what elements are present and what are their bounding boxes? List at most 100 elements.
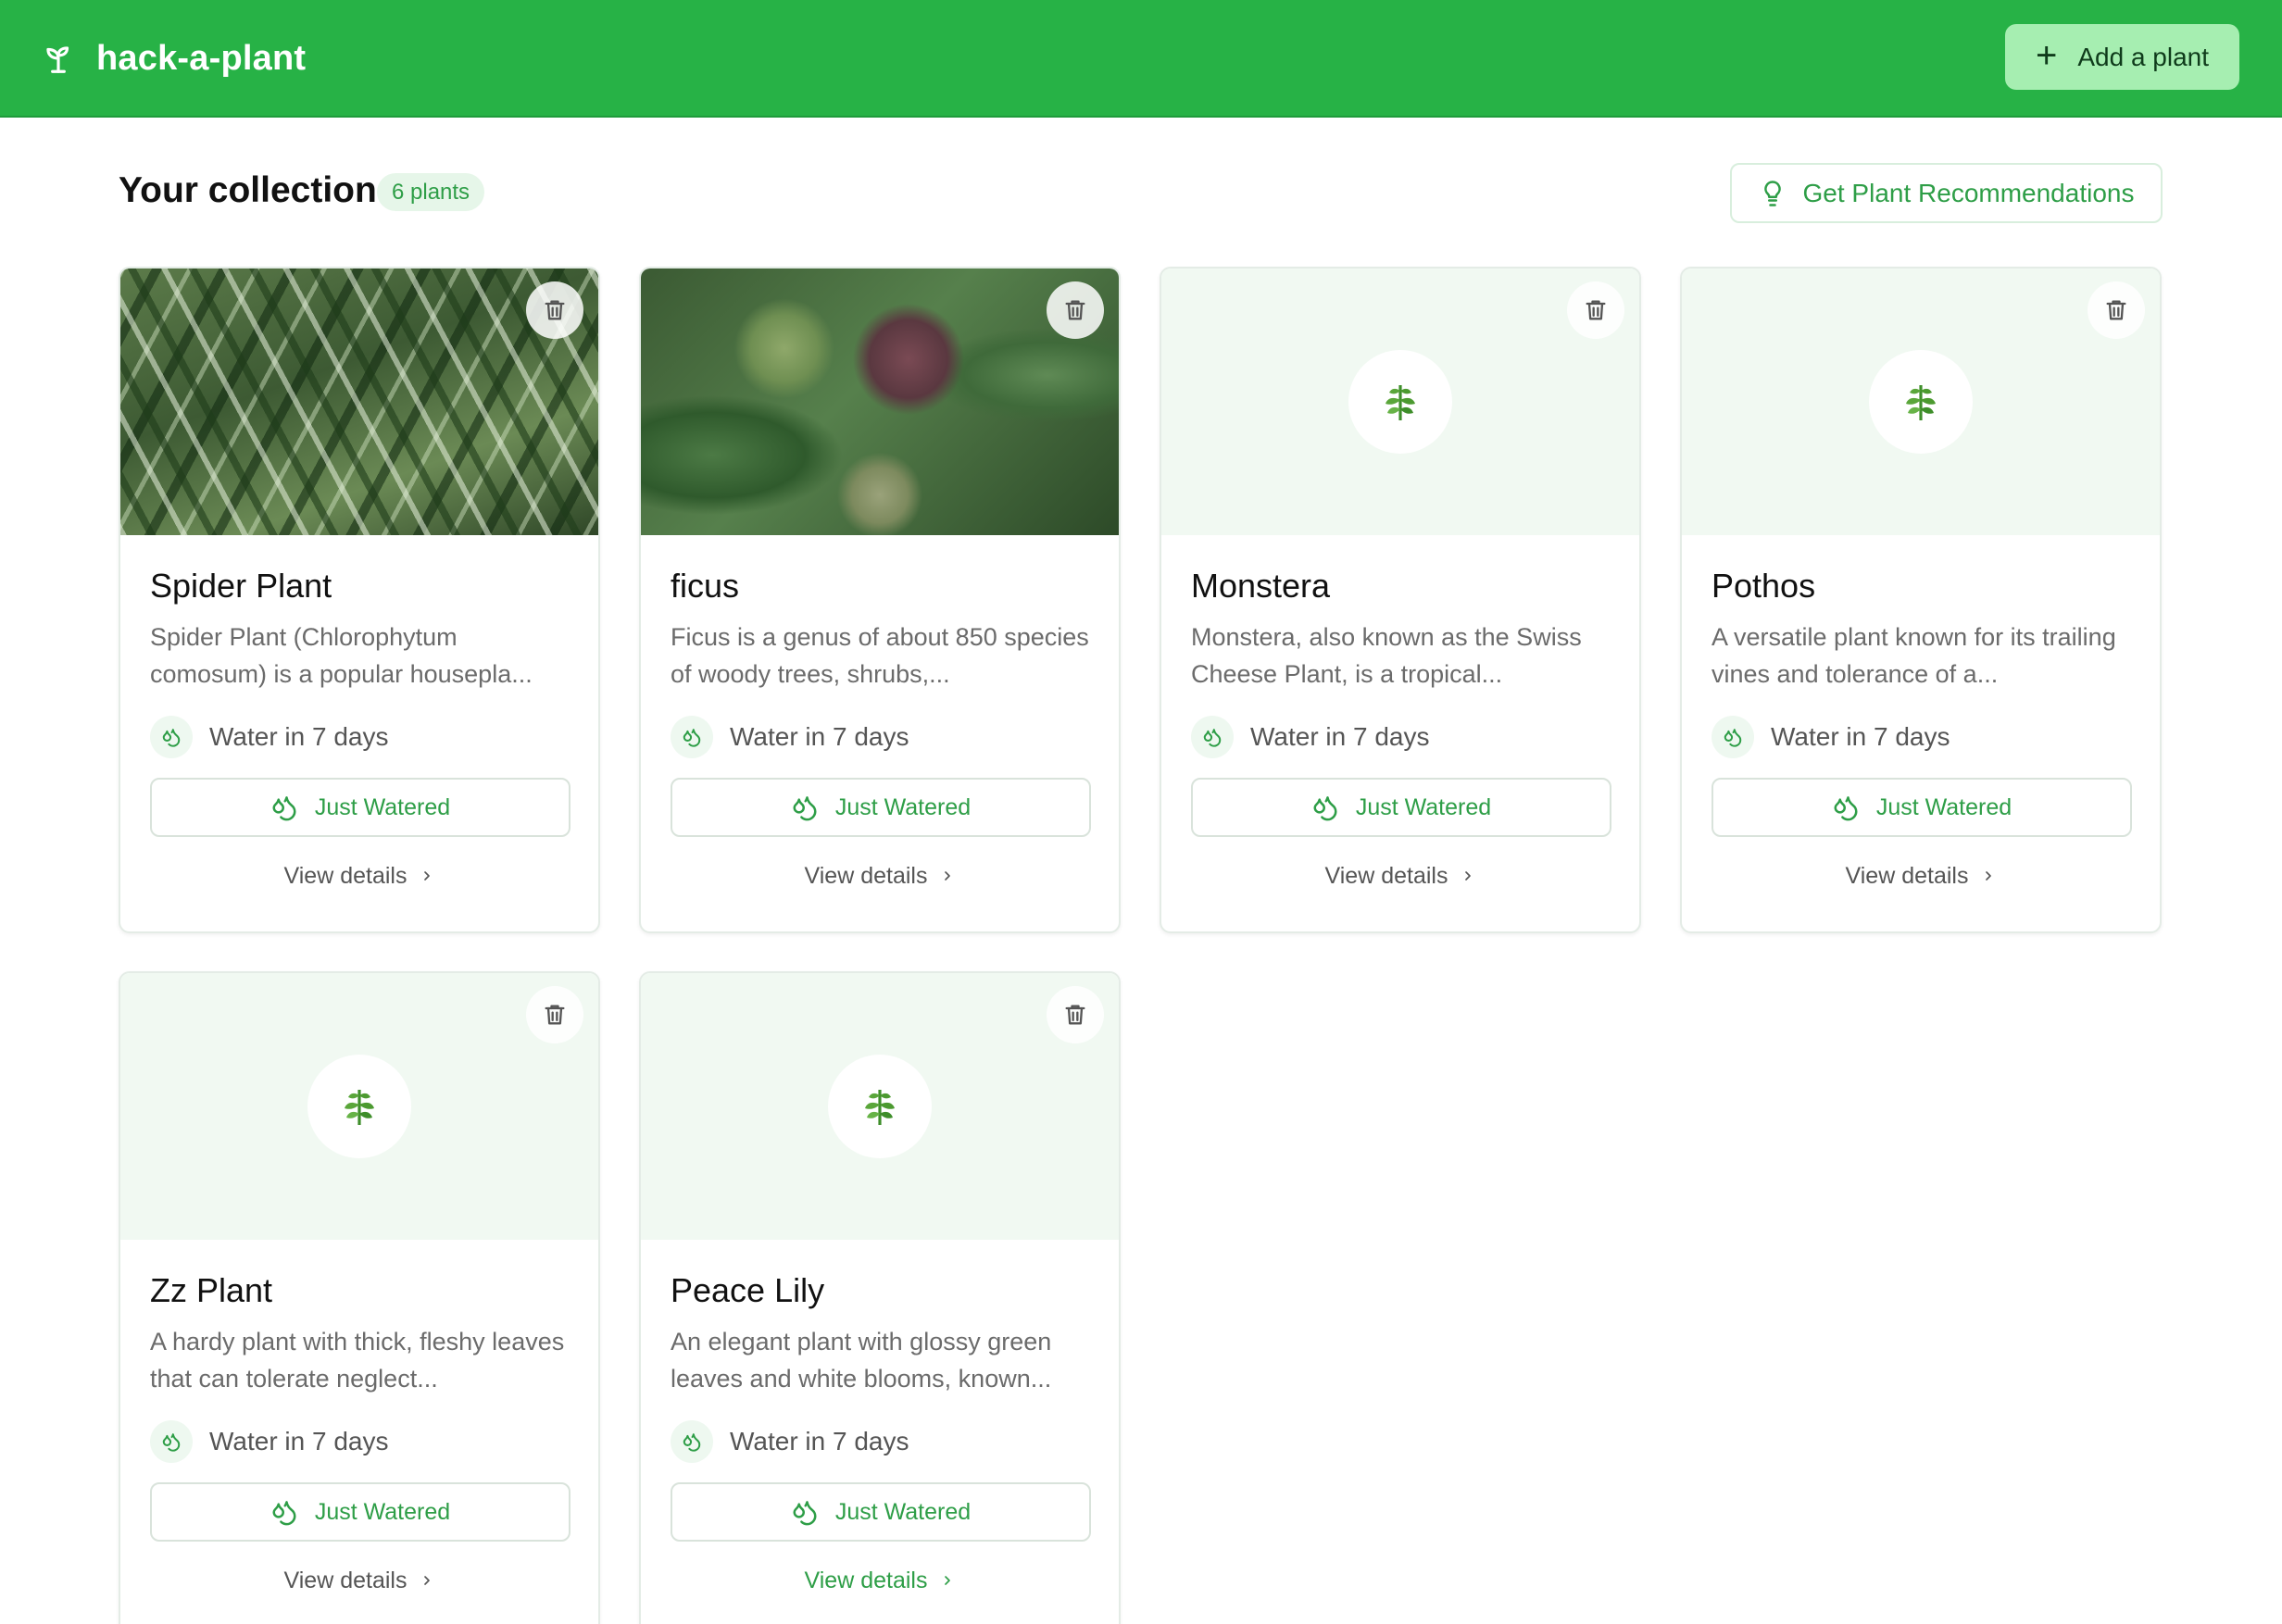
plant-image	[120, 973, 598, 1240]
just-watered-button[interactable]: Just Watered	[150, 1482, 570, 1542]
plant-image	[1161, 269, 1639, 535]
get-recommendations-label: Get Plant Recommendations	[1802, 178, 2135, 207]
leaf-icon	[1869, 350, 1973, 454]
view-details-link[interactable]: View details	[1712, 850, 2130, 902]
view-details-link[interactable]: View details	[1191, 850, 1610, 902]
view-details-link[interactable]: View details	[150, 1555, 569, 1606]
brand[interactable]: hack-a-plant	[41, 33, 306, 83]
plus-icon: +	[2035, 34, 2058, 76]
droplets-icon	[150, 1420, 193, 1463]
just-watered-button[interactable]: Just Watered	[150, 778, 570, 837]
droplets-icon	[671, 716, 713, 758]
view-details-label: View details	[1845, 862, 1969, 889]
chevron-right-icon	[1986, 871, 1992, 881]
plant-card[interactable]: Peace Lily An elegant plant with glossy …	[639, 971, 1121, 1624]
just-watered-label: Just Watered	[1875, 793, 2012, 820]
delete-plant-button[interactable]	[1047, 281, 1104, 339]
just-watered-label: Just Watered	[314, 1498, 451, 1525]
just-watered-button[interactable]: Just Watered	[1191, 778, 1611, 837]
plant-card[interactable]: Zz Plant A hardy plant with thick, flesh…	[119, 971, 600, 1624]
add-plant-button[interactable]: + Add a plant	[2005, 24, 2239, 90]
plant-name: Spider Plant	[150, 567, 332, 605]
droplets-icon	[272, 1501, 296, 1526]
view-details-label: View details	[1324, 862, 1448, 889]
droplets-icon	[1834, 796, 1858, 821]
lightbulb-icon	[1763, 180, 1781, 206]
delete-plant-button[interactable]	[1567, 281, 1624, 339]
just-watered-label: Just Watered	[1355, 793, 1492, 820]
trash-icon	[2106, 300, 2126, 320]
water-schedule: Water in 7 days	[150, 1419, 569, 1464]
water-schedule: Water in 7 days	[150, 715, 569, 759]
water-schedule: Water in 7 days	[1191, 715, 1610, 759]
water-schedule: Water in 7 days	[671, 1419, 1089, 1464]
water-status: Water in 7 days	[730, 722, 909, 751]
plant-name: Pothos	[1712, 567, 1816, 605]
plant-card[interactable]: Spider Plant Spider Plant (Chlorophytum …	[119, 267, 600, 933]
water-schedule: Water in 7 days	[671, 715, 1089, 759]
water-status: Water in 7 days	[1771, 722, 1950, 751]
trash-icon	[545, 1005, 565, 1025]
app-header: hack-a-plant + Add a plant	[0, 0, 2282, 118]
plant-card[interactable]: Monstera Monstera, also known as the Swi…	[1160, 267, 1641, 933]
plant-name: Peace Lily	[671, 1271, 825, 1309]
droplets-icon	[1313, 796, 1337, 821]
delete-plant-button[interactable]	[526, 281, 583, 339]
trash-icon	[1065, 300, 1085, 320]
leaf-icon	[828, 1055, 932, 1158]
just-watered-button[interactable]: Just Watered	[1712, 778, 2132, 837]
view-details-label: View details	[804, 862, 928, 889]
view-details-link[interactable]: View details	[671, 1555, 1089, 1606]
plant-description: A hardy plant with thick, fleshy leaves …	[150, 1328, 565, 1393]
droplets-icon	[1191, 716, 1234, 758]
plant-image	[641, 269, 1119, 535]
chevron-right-icon	[945, 871, 951, 881]
plant-name: Zz Plant	[150, 1271, 273, 1309]
delete-plant-button[interactable]	[2088, 281, 2145, 339]
plant-image	[641, 973, 1119, 1240]
leaf-icon	[307, 1055, 411, 1158]
plant-name: Monstera	[1191, 567, 1331, 605]
just-watered-button[interactable]: Just Watered	[671, 1482, 1091, 1542]
plant-card[interactable]: ficus Ficus is a genus of about 850 spec…	[639, 267, 1121, 933]
view-details-link[interactable]: View details	[150, 850, 569, 902]
app-name: hack-a-plant	[96, 38, 307, 78]
water-status: Water in 7 days	[209, 1427, 389, 1455]
plant-description: Spider Plant (Chlorophytum comosum) is a…	[150, 623, 533, 688]
just-watered-label: Just Watered	[834, 1498, 972, 1525]
plant-card[interactable]: Pothos A versatile plant known for its t…	[1680, 267, 2162, 933]
plant-image	[120, 269, 598, 535]
plant-image	[1682, 269, 2160, 535]
trash-icon	[545, 300, 565, 320]
water-status: Water in 7 days	[730, 1427, 909, 1455]
delete-plant-button[interactable]	[1047, 986, 1104, 1043]
just-watered-label: Just Watered	[834, 793, 972, 820]
trash-icon	[1065, 1005, 1085, 1025]
plant-description: Ficus is a genus of about 850 species of…	[671, 623, 1089, 688]
just-watered-label: Just Watered	[314, 793, 451, 820]
plant-name: ficus	[671, 567, 740, 605]
droplets-icon	[1712, 716, 1754, 758]
droplets-icon	[150, 716, 193, 758]
droplets-icon	[793, 1501, 817, 1526]
view-details-link[interactable]: View details	[671, 850, 1089, 902]
view-details-label: View details	[283, 1567, 408, 1593]
droplets-icon	[793, 796, 817, 821]
chevron-right-icon	[945, 1576, 951, 1585]
chevron-right-icon	[424, 1576, 431, 1585]
droplets-icon	[671, 1420, 713, 1463]
delete-plant-button[interactable]	[526, 986, 583, 1043]
view-details-label: View details	[283, 862, 408, 889]
chevron-right-icon	[1465, 871, 1472, 881]
plant-description: A versatile plant known for its trailing…	[1712, 623, 2116, 688]
just-watered-button[interactable]: Just Watered	[671, 778, 1091, 837]
get-recommendations-button[interactable]: Get Plant Recommendations	[1730, 163, 2163, 223]
leaf-icon	[1348, 350, 1452, 454]
collection-title: Your collection	[119, 170, 377, 210]
water-schedule: Water in 7 days	[1712, 715, 2130, 759]
view-details-label: View details	[804, 1567, 928, 1593]
plant-description: Monstera, also known as the Swiss Cheese…	[1191, 623, 1582, 688]
trash-icon	[1586, 300, 1606, 320]
sprout-icon	[46, 46, 69, 73]
droplets-icon	[272, 796, 296, 821]
